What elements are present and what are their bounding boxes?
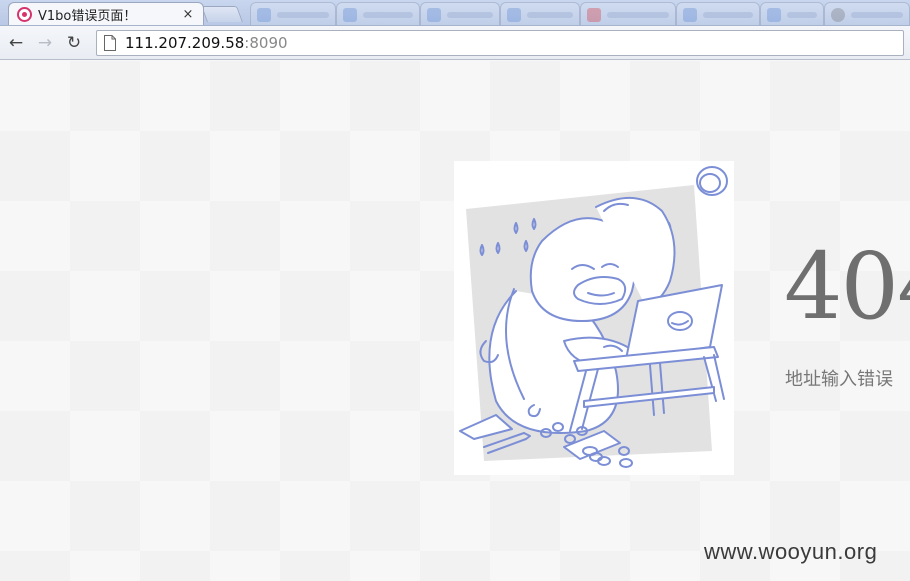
browser-toolbar: ← → ↻ 111.207.209.58:8090 bbox=[0, 26, 910, 60]
reload-button[interactable]: ↻ bbox=[61, 30, 87, 56]
url-port: :8090 bbox=[244, 34, 288, 52]
forward-button[interactable]: → bbox=[32, 30, 58, 56]
page-icon bbox=[104, 35, 116, 51]
tab-close-icon[interactable]: × bbox=[181, 7, 195, 22]
favicon-icon bbox=[683, 7, 697, 22]
url-host: 111.207.209.58 bbox=[125, 34, 245, 52]
favicon-icon bbox=[257, 7, 271, 22]
tab-strip: V1bo错误页面！ × bbox=[0, 0, 910, 26]
tab-background[interactable] bbox=[500, 2, 580, 25]
tab-background[interactable] bbox=[336, 2, 420, 25]
watermark: www.wooyun.org bbox=[704, 539, 878, 564]
back-button[interactable]: ← bbox=[3, 30, 29, 56]
error-message: 地址输入错误 bbox=[785, 369, 893, 390]
favicon-icon bbox=[427, 7, 441, 22]
gorilla-at-laptop-illustration bbox=[454, 161, 734, 475]
tab-background[interactable] bbox=[420, 2, 500, 25]
new-tab-button[interactable] bbox=[201, 6, 243, 22]
tab-title-blurred bbox=[851, 11, 903, 18]
tab-title-blurred bbox=[703, 11, 753, 18]
tab-title-blurred bbox=[447, 11, 493, 18]
favicon-icon bbox=[507, 7, 521, 22]
favicon-icon bbox=[343, 7, 357, 22]
v1bo-logo-icon bbox=[17, 7, 32, 22]
tab-title-blurred bbox=[527, 11, 573, 18]
address-bar[interactable]: 111.207.209.58:8090 bbox=[96, 30, 904, 56]
tab-title-blurred bbox=[607, 11, 669, 18]
tab-background[interactable] bbox=[824, 2, 910, 25]
tab-background[interactable] bbox=[580, 2, 676, 25]
tab-title-blurred bbox=[363, 11, 413, 18]
tab-background[interactable] bbox=[250, 2, 336, 25]
favicon-icon bbox=[767, 7, 781, 22]
tab-background[interactable] bbox=[676, 2, 760, 25]
page-content: 404 地址输入错误 www.wooyun.org bbox=[0, 61, 910, 581]
tab-title-blurred bbox=[787, 11, 817, 18]
favicon-icon bbox=[831, 7, 845, 22]
error-code: 404 bbox=[784, 233, 910, 340]
tab-background[interactable] bbox=[760, 2, 824, 25]
tab-title: V1bo错误页面！ bbox=[38, 9, 137, 24]
tab-title-blurred bbox=[277, 11, 329, 18]
tab-active[interactable]: V1bo错误页面！ × bbox=[8, 2, 204, 25]
favicon-icon bbox=[587, 7, 601, 22]
